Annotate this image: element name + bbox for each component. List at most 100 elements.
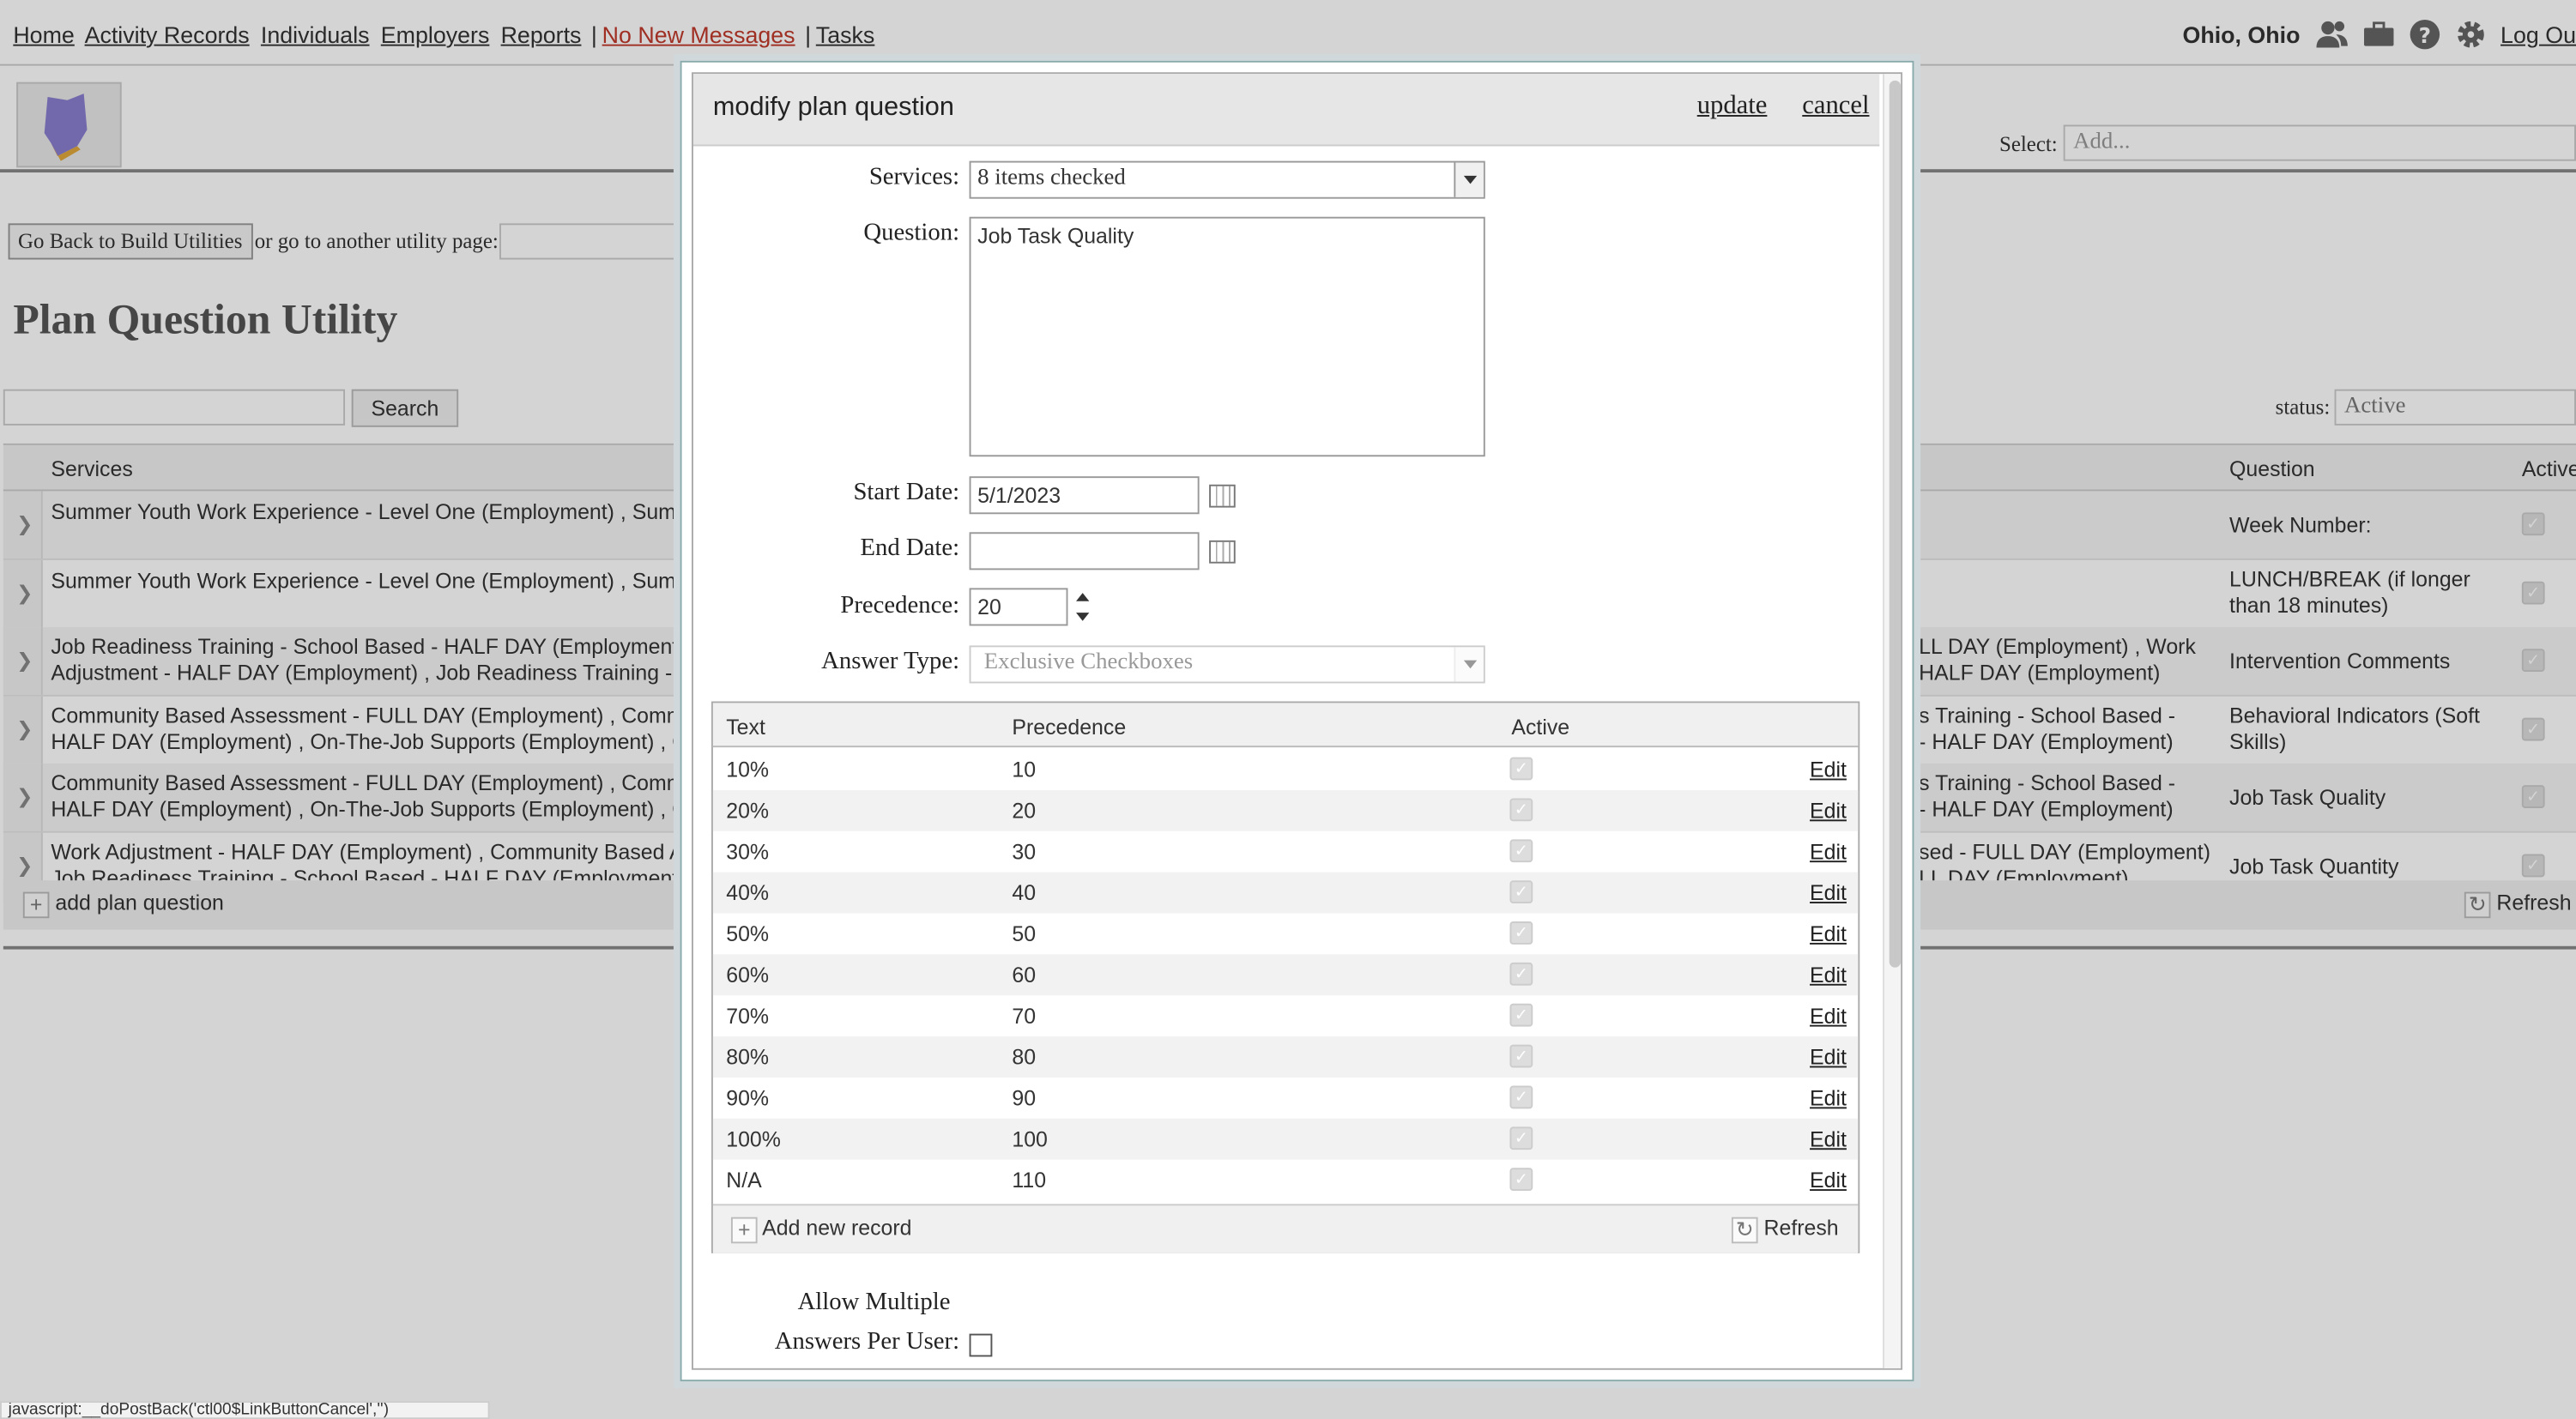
services-dropdown[interactable]: 8 items checked	[969, 160, 1485, 199]
answer-row: N/A 110 ✓ Edit	[713, 1160, 1858, 1201]
allow-multiple-label: Allow Multiple	[797, 1289, 951, 1316]
start-date-input[interactable]: 5/1/2023	[969, 476, 1200, 515]
dialog-titlebar: modify plan question update cancel	[692, 74, 1880, 147]
answers-refresh-button[interactable]: ↻ Refresh	[1731, 1215, 1839, 1243]
answer-row: 70% 70 ✓ Edit	[713, 995, 1858, 1036]
calendar-icon[interactable]	[1209, 540, 1236, 564]
answer-text: 100%	[726, 1126, 781, 1152]
edit-answer-link[interactable]: Edit	[1810, 798, 1847, 823]
allow-multiple-checkbox[interactable]	[969, 1333, 993, 1357]
scrollbar-thumb[interactable]	[1889, 80, 1902, 968]
question-value: Job Task Quality	[977, 223, 1134, 249]
edit-answer-link[interactable]: Edit	[1810, 1168, 1847, 1193]
column-header-text[interactable]: Text	[726, 715, 765, 740]
answer-row: 20% 20 ✓ Edit	[712, 789, 1859, 831]
dialog-scrollbar[interactable]	[1883, 74, 1902, 1368]
answer-row: 40% 40 ✓ Edit	[712, 872, 1859, 914]
plus-icon: +	[730, 1216, 758, 1243]
answer-row: 80% 80 ✓ Edit	[712, 1036, 1859, 1078]
edit-answer-link[interactable]: Edit	[1810, 1004, 1847, 1029]
dialog-content: modify plan question update cancel Servi…	[692, 72, 1903, 1370]
answer-precedence: 110	[1012, 1168, 1047, 1193]
answer-text: 10%	[726, 757, 770, 782]
precedence-spinner[interactable]	[1074, 588, 1091, 627]
answer-precedence: 10	[1012, 757, 1037, 782]
answer-row: 10% 10 ✓ Edit	[713, 749, 1858, 790]
answer-active-checkbox: ✓	[1509, 1126, 1533, 1150]
answer-active-checkbox: ✓	[1509, 1085, 1533, 1109]
answer-active-checkbox: ✓	[1509, 1044, 1533, 1068]
services-label: Services:	[868, 164, 960, 191]
answer-precedence: 30	[1012, 839, 1037, 865]
answer-precedence: 40	[1012, 880, 1037, 905]
answer-active-checkbox: ✓	[1509, 798, 1533, 822]
edit-answer-link[interactable]: Edit	[1810, 1045, 1847, 1070]
chevron-down-icon[interactable]	[1454, 162, 1484, 197]
column-header-precedence[interactable]: Precedence	[1012, 715, 1126, 740]
answer-text: 60%	[726, 962, 770, 987]
answer-precedence: 70	[1012, 1003, 1037, 1029]
start-date-label: Start Date:	[853, 480, 960, 506]
spin-up-icon[interactable]	[1076, 593, 1090, 601]
start-date-value: 5/1/2023	[977, 482, 1061, 508]
answer-row: 30% 30 ✓ Edit	[713, 831, 1858, 873]
edit-answer-link[interactable]: Edit	[1810, 1126, 1847, 1151]
answers-grid: Text Precedence Active 10% 10 ✓ Edit 20% 20 ✓ E…	[711, 701, 1860, 1253]
answers-grid-footer: + Add new record ↻ Refresh	[712, 1204, 1859, 1253]
spin-down-icon[interactable]	[1076, 613, 1090, 621]
answer-precedence: 60	[1012, 962, 1037, 987]
answer-precedence: 20	[1012, 798, 1037, 824]
answers-grid-header: Text Precedence Active	[712, 703, 1859, 748]
answer-row: 90% 90 ✓ Edit	[713, 1078, 1858, 1119]
answer-text: 20%	[726, 798, 770, 824]
answer-row: 100% 100 ✓ Edit	[712, 1118, 1859, 1160]
update-link[interactable]: update	[1697, 92, 1768, 121]
answer-type-dropdown[interactable]: Exclusive Checkboxes	[969, 645, 1485, 684]
answer-row: 60% 60 ✓ Edit	[712, 954, 1859, 996]
end-date-label: End Date:	[860, 535, 960, 562]
column-header-active[interactable]: Active	[1511, 715, 1569, 740]
answer-text: 50%	[726, 921, 770, 946]
dialog-title: modify plan question	[712, 94, 954, 122]
answer-precedence: 100	[1012, 1126, 1048, 1152]
add-new-record-label: Add new record	[762, 1215, 912, 1241]
edit-answer-link[interactable]: Edit	[1810, 758, 1847, 782]
edit-answer-link[interactable]: Edit	[1810, 963, 1847, 987]
answer-text: 30%	[726, 839, 770, 865]
answer-text: 40%	[726, 880, 770, 905]
question-label: Question:	[863, 220, 960, 247]
services-value: 8 items checked	[977, 166, 1126, 191]
edit-answer-link[interactable]: Edit	[1810, 839, 1847, 864]
answer-type-value: Exclusive Checkboxes	[983, 650, 1194, 675]
question-textarea[interactable]: Job Task Quality	[969, 216, 1485, 457]
browser-status-bar: javascript:__doPostBack('ctl00$LinkButto…	[0, 1401, 490, 1419]
edit-answer-link[interactable]: Edit	[1810, 921, 1847, 946]
answer-active-checkbox: ✓	[1509, 880, 1533, 903]
answer-text: N/A	[726, 1168, 762, 1193]
refresh-icon: ↻	[1731, 1216, 1758, 1243]
edit-answer-link[interactable]: Edit	[1810, 880, 1847, 905]
answer-row: 50% 50 ✓ Edit	[713, 913, 1858, 954]
calendar-icon[interactable]	[1209, 484, 1236, 508]
answer-type-label: Answer Type:	[821, 649, 960, 675]
answer-precedence: 80	[1012, 1044, 1037, 1070]
answer-text: 90%	[726, 1085, 770, 1111]
precedence-input[interactable]: 20	[969, 588, 1068, 626]
answer-active-checkbox: ✓	[1509, 1003, 1533, 1027]
cancel-link[interactable]: cancel	[1802, 92, 1869, 121]
answer-precedence: 90	[1012, 1085, 1037, 1111]
answer-active-checkbox: ✓	[1509, 921, 1533, 945]
answer-active-checkbox: ✓	[1509, 1168, 1533, 1192]
answers-refresh-label: Refresh	[1763, 1215, 1839, 1241]
answer-active-checkbox: ✓	[1509, 839, 1533, 863]
answer-precedence: 50	[1012, 921, 1037, 946]
modify-plan-question-dialog: modify plan question update cancel Servi…	[680, 60, 1914, 1382]
answer-active-checkbox: ✓	[1509, 757, 1533, 781]
add-new-record-button[interactable]: + Add new record	[730, 1215, 912, 1243]
answer-text: 70%	[726, 1003, 770, 1029]
end-date-input[interactable]	[969, 532, 1200, 571]
chevron-down-icon[interactable]	[1454, 647, 1484, 682]
answer-text: 80%	[726, 1044, 770, 1070]
precedence-label: Precedence:	[840, 593, 960, 619]
edit-answer-link[interactable]: Edit	[1810, 1086, 1847, 1111]
